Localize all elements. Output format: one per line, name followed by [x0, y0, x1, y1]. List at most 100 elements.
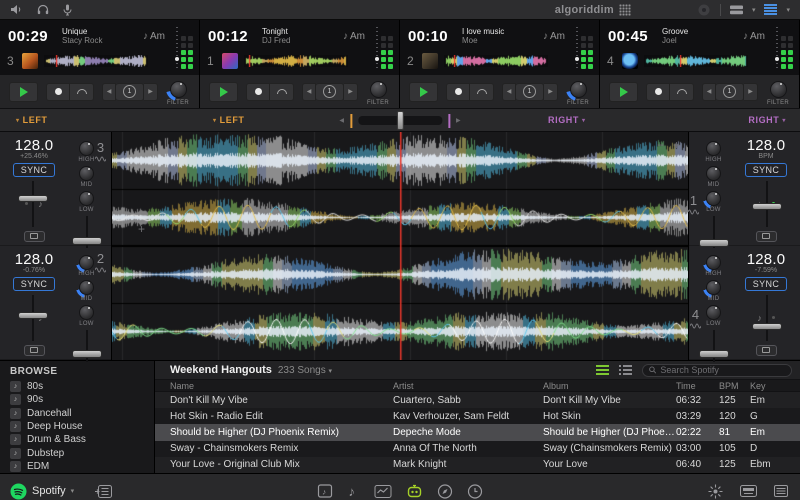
sync-button[interactable]: SYNC	[745, 163, 787, 177]
volume-fader-handle[interactable]	[699, 350, 729, 358]
speaker-icon[interactable]	[10, 4, 23, 15]
deck-overview-waveform[interactable]	[44, 55, 148, 67]
list-view-icon[interactable]	[596, 365, 609, 375]
track-row[interactable]: Should be Higher (DJ Phoenix Remix) Depe…	[155, 424, 800, 440]
pitch-bend-button[interactable]	[670, 83, 694, 101]
sync-button[interactable]: SYNC	[745, 277, 787, 291]
column-bpm[interactable]: BPM	[719, 381, 750, 391]
play-button[interactable]	[209, 82, 238, 102]
eq-mid-knob[interactable]	[706, 280, 721, 295]
column-name[interactable]: Name	[155, 381, 393, 391]
main-waveforms[interactable]	[112, 132, 688, 360]
eq-low-knob[interactable]	[706, 305, 721, 320]
volume-fader-track[interactable]	[86, 330, 88, 362]
play-button[interactable]	[609, 82, 638, 102]
eq-high-knob[interactable]	[706, 255, 721, 270]
pitch-bend-button[interactable]	[470, 83, 494, 101]
loop-double-button[interactable]: ▶	[144, 83, 158, 101]
cue-button[interactable]	[46, 83, 70, 101]
tempo-slider-track[interactable]	[766, 181, 768, 227]
crossfader-right-arrow-icon[interactable]: ▶	[456, 117, 461, 124]
sidebar-playlist-item[interactable]: ♪ 90s	[0, 393, 154, 406]
eq-high-knob[interactable]	[706, 141, 721, 156]
deck-assign-right-outer[interactable]: RIGHT▾	[748, 115, 786, 125]
sidebar-playlist-item[interactable]: ♪ Deep House	[0, 420, 154, 433]
cue-button[interactable]	[446, 83, 470, 101]
record-icon[interactable]	[697, 3, 711, 17]
sync-button[interactable]: SYNC	[13, 277, 55, 291]
automix-icon[interactable]	[407, 484, 423, 498]
eq-low-knob[interactable]	[79, 305, 94, 320]
deck-layout-icon[interactable]	[730, 5, 743, 15]
key-lock-button[interactable]	[756, 231, 777, 242]
eq-mid-knob[interactable]	[79, 280, 94, 295]
search-field[interactable]	[642, 364, 792, 377]
deck-overview-waveform[interactable]	[244, 55, 348, 67]
pitch-bend-button[interactable]	[70, 83, 94, 101]
track-row[interactable]: Your Love - Original Club Mix Mark Knigh…	[155, 457, 800, 473]
deck-assign-right-inner[interactable]: RIGHT▾	[548, 115, 586, 125]
search-input[interactable]	[660, 365, 785, 375]
volume-fader-track[interactable]	[713, 330, 715, 362]
zoom-out-icon[interactable]: −	[657, 138, 664, 152]
sidebar-playlist-item[interactable]: ♪ 80s	[0, 380, 154, 393]
loop-toggle-button[interactable]: 1	[116, 83, 144, 101]
deck-assign-left-outer[interactable]: ▾LEFT	[16, 115, 48, 125]
key-lock-button[interactable]	[756, 345, 777, 356]
track-row[interactable]: Sway - Chainsmokers Remix Anna Of The No…	[155, 441, 800, 457]
loop-double-button[interactable]: ▶	[544, 83, 558, 101]
source-selector[interactable]: Spotify ▾	[10, 483, 112, 500]
tempo-slider-handle[interactable]	[18, 312, 48, 319]
effects-icon[interactable]	[708, 484, 723, 499]
filter-knob[interactable]	[170, 81, 187, 98]
crossfader-track[interactable]	[358, 116, 442, 125]
eq-high-knob[interactable]	[79, 141, 94, 156]
album-view-icon[interactable]: ♪	[318, 484, 334, 498]
tempo-slider-track[interactable]	[32, 295, 34, 341]
volume-fader-handle[interactable]	[72, 237, 102, 245]
waveform-zoom-icon[interactable]	[690, 323, 701, 329]
explore-icon[interactable]	[438, 484, 453, 499]
deck-overview-waveform[interactable]	[644, 55, 748, 67]
microphone-icon[interactable]	[63, 4, 72, 16]
zoom-in-icon[interactable]: +	[673, 138, 680, 152]
column-artist[interactable]: Artist	[393, 381, 543, 391]
eq-low-knob[interactable]	[706, 191, 721, 206]
key-lock-button[interactable]	[24, 231, 45, 242]
track-row[interactable]: Don't Kill My Vibe Cuartero, Sabb Don't …	[155, 392, 800, 408]
loop-toggle-button[interactable]: 1	[316, 83, 344, 101]
tempo-slider-track[interactable]	[766, 295, 768, 341]
loop-halve-button[interactable]: ◀	[102, 83, 116, 101]
detail-view-icon[interactable]	[619, 365, 632, 375]
volume-fader-handle[interactable]	[699, 239, 729, 247]
keyboard-shortcuts-icon[interactable]	[740, 485, 757, 497]
sidebar-playlist-item[interactable]: ♪ EDM	[0, 460, 154, 473]
eq-mid-knob[interactable]	[79, 166, 94, 181]
library-view-icon[interactable]	[764, 4, 777, 15]
volume-fader-track[interactable]	[713, 216, 715, 248]
filter-knob[interactable]	[770, 81, 787, 98]
tempo-slider-handle[interactable]	[752, 203, 782, 210]
cue-button[interactable]	[646, 83, 670, 101]
play-button[interactable]	[409, 82, 438, 102]
volume-fader-handle[interactable]	[72, 350, 102, 358]
volume-fader-track[interactable]	[86, 216, 88, 248]
column-key[interactable]: Key	[750, 381, 800, 391]
eq-mid-knob[interactable]	[706, 166, 721, 181]
filter-knob[interactable]	[370, 81, 387, 98]
track-row[interactable]: Hot Skin - Radio Edit Kav Verhouzer, Sam…	[155, 408, 800, 424]
history-icon[interactable]	[468, 484, 483, 499]
deck-layout-caret-icon[interactable]: ▾	[752, 6, 756, 14]
crossfader-left-arrow-icon[interactable]: ◀	[339, 117, 344, 124]
media-library-icon[interactable]	[95, 485, 112, 498]
eq-low-knob[interactable]	[79, 191, 94, 206]
tempo-slider-handle[interactable]	[752, 323, 782, 330]
sidebar-playlist-item[interactable]: ♪ Dubstep	[0, 446, 154, 459]
deck-overview-waveform[interactable]	[444, 55, 548, 67]
deck-assign-left-inner[interactable]: ▾LEFT	[213, 115, 245, 125]
sync-button[interactable]: SYNC	[13, 163, 55, 177]
column-album[interactable]: Album	[543, 381, 676, 391]
loop-halve-button[interactable]: ◀	[702, 83, 716, 101]
filter-knob[interactable]	[570, 81, 587, 98]
tempo-slider-track[interactable]	[32, 181, 34, 227]
